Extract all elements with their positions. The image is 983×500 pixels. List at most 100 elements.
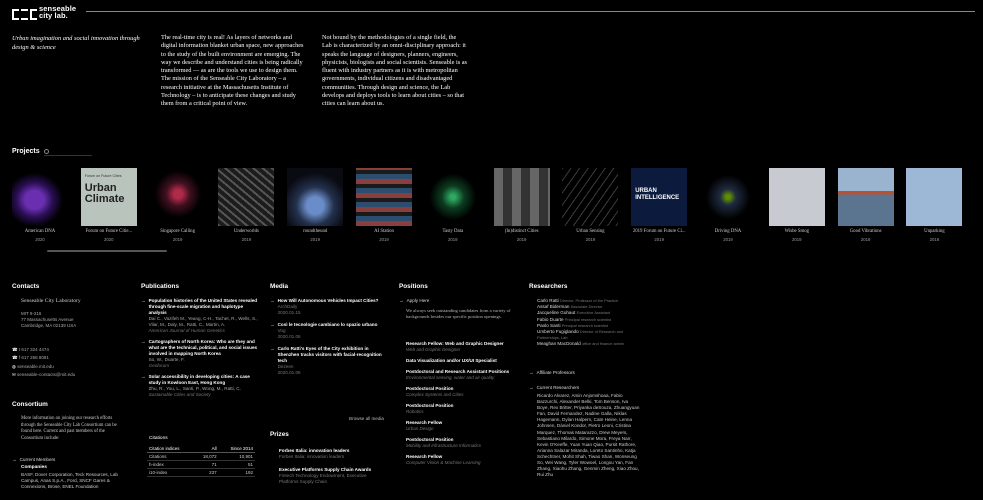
citations-heading: Citations <box>149 436 168 441</box>
publication-item[interactable]: → Population histories of the United Stat… <box>141 298 259 334</box>
researcher-name[interactable]: Fabio Duarte <box>537 317 564 322</box>
email-link[interactable]: senseable-contacts@mit.edu <box>17 372 75 377</box>
project-thumbnail[interactable]: URBAN INTELLIGENCE <box>631 168 688 226</box>
position-item[interactable]: Postdoctoral Position Complex Systems and… <box>406 386 516 398</box>
project-thumbnail[interactable] <box>356 168 412 226</box>
apply-here-link[interactable]: → Apply Here <box>399 298 429 303</box>
position-detail: Mobility and Infrastructure Informatics <box>406 443 482 448</box>
media-heading: Media <box>270 283 289 290</box>
researcher-name[interactable]: Jacqueline Guhaut <box>537 310 575 315</box>
project-year: 2019 <box>723 237 733 242</box>
project-thumbnail[interactable] <box>700 168 756 226</box>
project-thumbnail[interactable] <box>12 168 68 226</box>
consortium-text: More information on joining our research… <box>21 416 117 441</box>
project-title[interactable]: AI Station <box>349 229 419 234</box>
publication-title[interactable]: Cartographers of North Korea: Who are th… <box>149 339 259 357</box>
phone-text: t 617 324 4474 <box>18 347 49 352</box>
project-year: 2019 <box>241 237 252 242</box>
project-thumbnail[interactable] <box>768 168 825 226</box>
position-detail: Robotics <box>406 409 424 414</box>
current-researchers-toggle[interactable]: → Current Researchers <box>529 385 579 390</box>
media-item[interactable]: → Carlo Ratti's Eyes of the City exhibiti… <box>270 346 386 376</box>
phone-row[interactable]: ☎ t 617 324 4474 <box>12 346 75 354</box>
position-detail: Environmental sensing, water and air qua… <box>406 375 495 380</box>
publication-journal: American Journal of Human Genetics <box>148 328 225 333</box>
project-thumbnail[interactable] <box>906 168 963 226</box>
researcher-name[interactable]: Umberto Fugiglando <box>537 329 579 334</box>
publication-title[interactable]: Population histories of the United State… <box>149 298 259 316</box>
positions-intro: We always seek outstanding candidates fr… <box>406 308 511 320</box>
publication-item[interactable]: → Solar accessibility in developing citie… <box>141 374 259 398</box>
project-thumbnail[interactable] <box>837 168 894 226</box>
project-thumbnail[interactable] <box>218 168 275 226</box>
current-members-toggle[interactable]: → Current Members <box>12 457 55 462</box>
project-title[interactable]: Wisbe Smog <box>762 229 832 234</box>
position-item[interactable]: Research Fellow Urban Design <box>406 420 516 432</box>
position-item[interactable]: Postdoctoral Position Robotics <box>406 403 516 415</box>
project-year: 2019 <box>792 237 802 242</box>
logo-line-2: city lab. <box>39 11 68 20</box>
project-title[interactable]: Singapore Calling <box>143 229 213 234</box>
web-link[interactable]: senseable.mit.edu <box>17 364 54 369</box>
researcher-row: Umberto Fugiglando Director of Research … <box>537 329 637 341</box>
projects-search-input[interactable] <box>44 149 92 156</box>
project-title[interactable]: roundtheund <box>280 229 350 234</box>
publication-journal: Sustainable Cities and Society <box>148 392 211 397</box>
thumbnail-text: Urban Climate <box>84 182 125 205</box>
project-thumbnail[interactable] <box>149 168 206 226</box>
project-thumbnail[interactable] <box>493 168 550 226</box>
publication-authors: Dai C., Vazifeh M., Yeang, C-H., Tachet,… <box>148 316 258 327</box>
web-row[interactable]: ◍ senseable.mit.edu <box>12 363 75 371</box>
position-detail: Web and Graphic Designer <box>406 347 461 352</box>
position-detail: Computer Vision & Machine Learning <box>406 460 481 465</box>
carousel-scrollbar[interactable] <box>47 250 167 252</box>
affiliate-professors-toggle[interactable]: → Affiliate Professors <box>529 370 575 375</box>
project-title[interactable]: Forum on Future Citie... <box>74 229 144 234</box>
project-title[interactable]: American DNA <box>5 229 75 234</box>
position-detail: Complex Systems and Cities <box>406 392 464 397</box>
project-thumbnail[interactable] <box>562 168 619 226</box>
publication-title[interactable]: Solar accessibility in developing cities… <box>149 374 259 386</box>
media-item[interactable]: → Così le tecnologie cambiano lo spazio u… <box>270 322 386 340</box>
position-title[interactable]: Data Visualization and/or UX/UI Speciali… <box>406 358 516 364</box>
project-title[interactable]: Tasty Data <box>418 229 488 234</box>
position-item[interactable]: Data Visualization and/or UX/UI Speciali… <box>406 358 516 364</box>
researcher-name[interactable]: Carlo Ratti <box>537 298 559 303</box>
project-title[interactable]: Unparking <box>899 229 969 234</box>
browse-all-media-link[interactable]: Browse all media <box>349 416 384 421</box>
position-item[interactable]: Research Fellow Computer Vision & Machine… <box>406 454 516 466</box>
position-item[interactable]: Postdoctoral and Research Assistant Posi… <box>406 369 516 381</box>
publication-item[interactable]: → Cartographers of North Korea: Who are t… <box>141 339 259 369</box>
arrow-right-icon: → <box>270 298 275 303</box>
project-title[interactable]: 2019 Forum on Future Ci... <box>624 229 694 234</box>
project-thumbnail[interactable] <box>287 168 344 226</box>
project-title[interactable]: Underworlds <box>211 229 281 234</box>
media-body: Carlo Ratti's Eyes of the City exhibitio… <box>278 346 386 376</box>
media-item[interactable]: → How Will Autonomous Vehicles Impact Cit… <box>270 298 386 316</box>
publication-body: Cartographers of North Korea: Who are th… <box>149 339 259 369</box>
project-thumbnail[interactable] <box>424 168 481 226</box>
project-title[interactable]: (In)distinct Cities <box>487 229 557 234</box>
position-item[interactable]: Postdoctoral Position Mobility and Infras… <box>406 437 516 449</box>
publications-heading: Publications <box>141 283 179 290</box>
logo-wordmark[interactable]: senseable city lab. <box>39 5 76 20</box>
researcher-role: office and finance admin <box>581 341 625 347</box>
fax-text: f 617 258 8081 <box>18 355 49 361</box>
researcher-name[interactable]: Paolo Santi <box>537 323 561 328</box>
project-title[interactable]: Driving DNA <box>693 229 763 234</box>
media-title[interactable]: Così le tecnologie cambiano lo spazio ur… <box>278 322 378 328</box>
researcher-name[interactable]: Assaf Biderman <box>537 304 569 309</box>
project-thumbnail[interactable]: Urban Climate Forum on Future Cities <box>80 168 137 226</box>
media-body: Così le tecnologie cambiano lo spazio ur… <box>278 322 378 340</box>
position-item[interactable]: Research Fellow: Web and Graphic Designe… <box>406 341 516 353</box>
media-list: → How Will Autonomous Vehicles Impact Cit… <box>270 298 386 382</box>
arrow-right-icon: → <box>141 298 146 303</box>
project-title[interactable]: Good Vibrations <box>831 229 901 234</box>
email-row[interactable]: ✉ senseable-contacts@mit.edu <box>12 371 75 379</box>
project-title[interactable]: Urban Sensing <box>555 229 625 234</box>
positions-list: Research Fellow: Web and Graphic Designe… <box>406 341 516 471</box>
table-row: Citations 18,072 10,901 <box>147 452 255 461</box>
media-title[interactable]: Carlo Ratti's Eyes of the City exhibitio… <box>278 346 386 364</box>
researcher-name[interactable]: Meaghan MacDonald <box>537 341 581 346</box>
arrow-right-icon: → <box>270 322 275 327</box>
